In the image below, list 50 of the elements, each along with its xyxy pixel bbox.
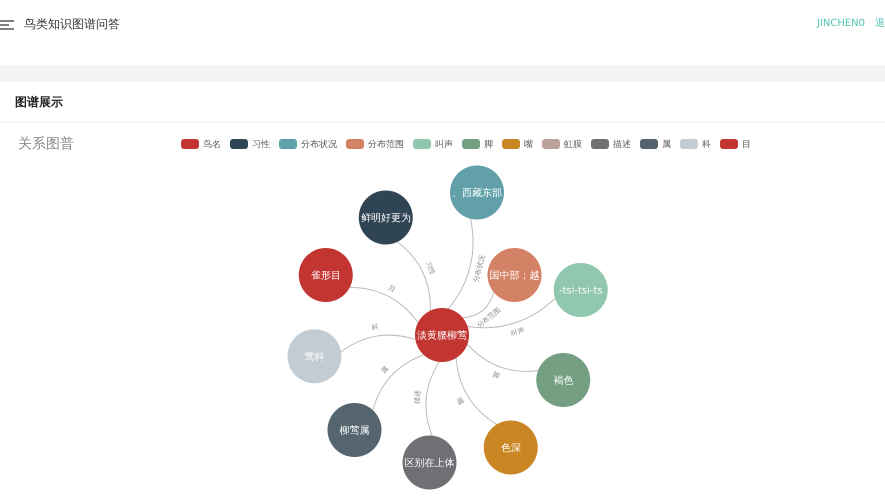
legend-item[interactable]: 习性 [230,138,270,150]
node-label: 鲜明好更为 [360,213,411,224]
legend-label: 分布范围 [368,138,404,150]
node-label: 雀形目 [310,270,341,282]
legend-label: 脚 [484,138,493,150]
legend-label: 目 [742,138,751,150]
legend-item[interactable]: 科 [680,138,711,150]
node-label: 柳莺属 [340,426,370,436]
legend-label: 鸟名 [203,138,221,150]
legend-item[interactable]: 分布状况 [279,138,337,150]
node-label: 色深 [500,443,521,454]
node-label: 莺科 [304,352,324,363]
legend-label: 嘴 [524,138,533,150]
chart-title: 关系图普 [18,135,75,153]
card-title: 图谱展示 [15,94,63,110]
legend-item[interactable]: 虹膜 [542,138,582,150]
legend-item[interactable]: 鸟名 [181,138,221,150]
legend-item[interactable]: 属 [640,138,671,150]
legend-item[interactable]: 描述 [591,138,631,150]
legend-label: 分布状况 [301,138,337,150]
menu-icon[interactable] [0,20,14,30]
graph-node[interactable] [288,329,342,384]
legend-item[interactable]: 脚 [462,138,493,150]
legend-label: 科 [702,138,711,150]
graph-node[interactable] [298,248,353,302]
graph-node[interactable] [450,166,504,220]
legend-item[interactable]: 分布范围 [346,138,404,150]
graph-node[interactable] [415,308,469,362]
legend-label: 描述 [613,138,631,150]
app-title: 鸟类知识图谱问答 [24,16,120,33]
legend-label: 属 [662,138,671,150]
graph-node[interactable] [484,420,538,474]
graph-node[interactable] [328,403,382,457]
legend-item[interactable]: 叫声 [413,138,453,150]
node-label: 褐色 [553,376,574,386]
legend-item[interactable]: 目 [720,138,751,150]
legend-item[interactable]: 嘴 [502,138,533,150]
graph-node[interactable] [488,248,542,302]
graph-node[interactable] [536,353,590,407]
node-label: 区别在上体 [404,458,454,469]
graph-node[interactable] [402,436,456,490]
legend-label: 虹膜 [564,138,582,150]
legend-label: 习性 [252,138,270,150]
node-label: 、西藏东部 [452,188,502,199]
graph-node[interactable] [358,190,413,244]
node-label: 淡黄腰柳莺 [417,330,467,342]
legend-label: 叫声 [435,138,453,150]
node-label: -tsi-tsi-ts [558,286,603,296]
node-label: 国中部；越 [490,270,540,282]
graph-node[interactable] [554,263,608,317]
